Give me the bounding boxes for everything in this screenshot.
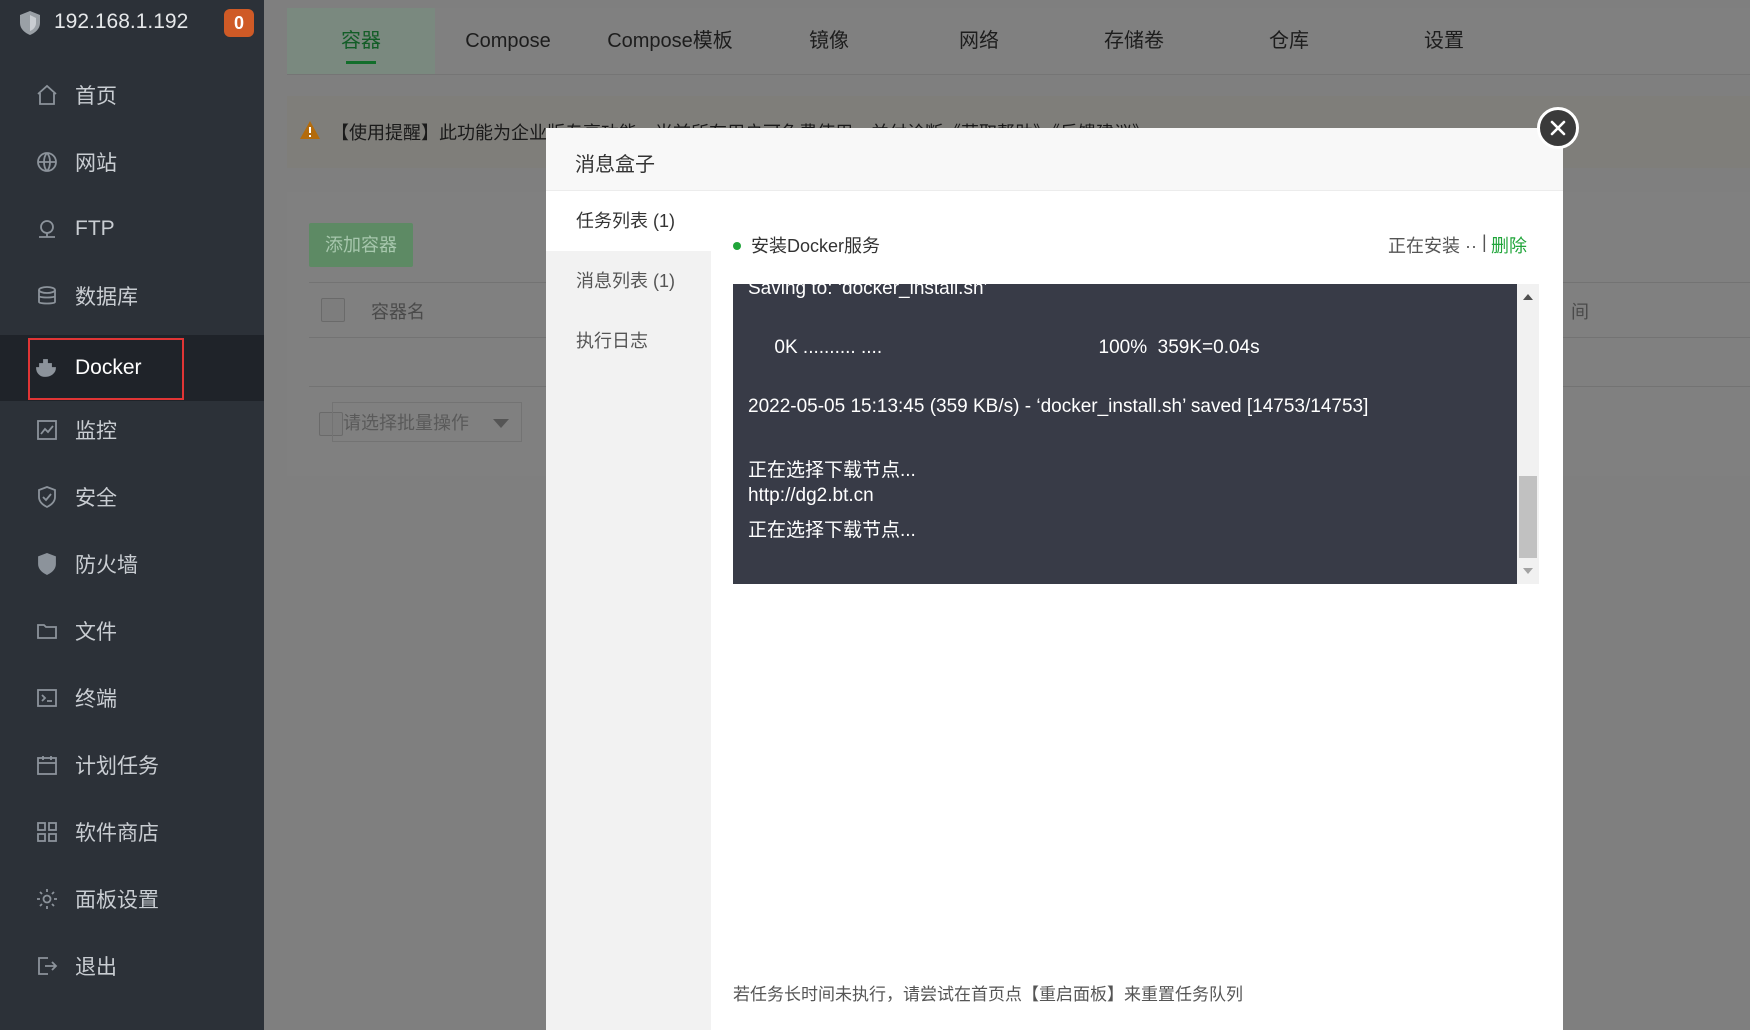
sidebar-item-monitor[interactable]: 监控 bbox=[0, 402, 264, 458]
tab-containers[interactable]: 容器 bbox=[287, 8, 435, 74]
tab-compose-template[interactable]: Compose模板 bbox=[581, 8, 759, 74]
tab-volumes[interactable]: 存储卷 bbox=[1059, 8, 1209, 74]
task-queue-hint: 若任务长时间未执行，请尝试在首页点【重启面板】来重置任务队列 bbox=[733, 985, 1243, 1004]
tab-compose[interactable]: Compose bbox=[435, 8, 581, 74]
sidebar-item-label: Docker bbox=[75, 356, 142, 379]
logout-icon bbox=[35, 954, 59, 978]
column-time: 间 bbox=[1571, 302, 1589, 322]
sidebar-item-security[interactable]: 安全 bbox=[0, 469, 264, 525]
database-icon bbox=[35, 284, 59, 308]
sidebar-item-label: 安全 bbox=[75, 487, 117, 510]
modal-header: 消息盒子 bbox=[546, 128, 1563, 191]
sidebar-item-settings[interactable]: 面板设置 bbox=[0, 871, 264, 927]
scroll-up-arrow-icon[interactable] bbox=[1523, 294, 1533, 300]
sidebar-item-label: 面板设置 bbox=[75, 889, 159, 912]
shield-check-icon bbox=[35, 485, 59, 509]
close-icon bbox=[1550, 120, 1566, 136]
message-box-modal: 消息盒子 任务列表 (1) 消息列表 (1) 执行日志 安装Docker服务 正… bbox=[546, 128, 1563, 1030]
tab-network[interactable]: 网络 bbox=[899, 8, 1059, 74]
batch-select[interactable]: 请选择批量操作 bbox=[332, 402, 522, 442]
sidebar-item-store[interactable]: 软件商店 bbox=[0, 804, 264, 860]
console-line: http://dg2.bt.cn bbox=[748, 485, 874, 506]
console-line: 正在选择下载节点... bbox=[748, 460, 916, 481]
scrollbar-thumb[interactable] bbox=[1519, 476, 1537, 558]
monitor-icon bbox=[35, 418, 59, 442]
warning-icon bbox=[300, 121, 320, 139]
sidebar-item-files[interactable]: 文件 bbox=[0, 603, 264, 659]
sidebar-item-label: 首页 bbox=[75, 85, 117, 108]
sidebar-item-label: 文件 bbox=[75, 621, 117, 644]
sidebar-item-label: 软件商店 bbox=[75, 822, 159, 845]
ftp-icon bbox=[35, 217, 59, 241]
docker-icon bbox=[35, 356, 59, 380]
server-ip: 192.168.1.192 bbox=[54, 10, 189, 33]
sidebar-item-terminal[interactable]: 终端 bbox=[0, 670, 264, 726]
tab-images[interactable]: 镜像 bbox=[759, 8, 899, 74]
sidebar-item-firewall[interactable]: 防火墙 bbox=[0, 536, 264, 592]
sidebar-item-website[interactable]: 网站 bbox=[0, 134, 264, 190]
sidebar-item-ftp[interactable]: FTP bbox=[0, 201, 264, 257]
calendar-icon bbox=[35, 753, 59, 777]
console-scrollbar[interactable] bbox=[1517, 284, 1539, 584]
sidebar-item-label: 数据库 bbox=[75, 286, 138, 309]
modal-sidebar: 任务列表 (1) 消息列表 (1) 执行日志 bbox=[546, 191, 711, 1030]
separator: | bbox=[1482, 232, 1487, 252]
sidebar-item-home[interactable]: 首页 bbox=[0, 67, 264, 123]
modal-title: 消息盒子 bbox=[575, 154, 655, 176]
batch-select-placeholder: 请选择批量操作 bbox=[343, 413, 469, 433]
column-container-name: 容器名 bbox=[371, 302, 425, 322]
tab-message-list[interactable]: 消息列表 (1) bbox=[546, 251, 711, 311]
sidebar-item-cron[interactable]: 计划任务 bbox=[0, 737, 264, 793]
sidebar-item-label: 退出 bbox=[75, 956, 117, 979]
sidebar-item-label: 防火墙 bbox=[75, 554, 138, 577]
status-dot-icon bbox=[733, 242, 741, 250]
chevron-down-icon bbox=[493, 419, 509, 428]
sidebar-item-label: 终端 bbox=[75, 688, 117, 711]
sidebar-item-database[interactable]: 数据库 bbox=[0, 268, 264, 324]
sidebar-item-logout[interactable]: 退出 bbox=[0, 938, 264, 994]
folder-icon bbox=[35, 619, 59, 643]
sidebar-item-label: 网站 bbox=[75, 152, 117, 175]
console-line: 正在选择下载节点... bbox=[748, 520, 916, 541]
console-line: 2022-05-05 15:13:45 (359 KB/s) - ‘docker… bbox=[748, 396, 1369, 417]
home-icon bbox=[35, 83, 59, 107]
console-line: Saving to: ‘docker_install.sh’ bbox=[748, 284, 988, 299]
apps-grid-icon bbox=[35, 820, 59, 844]
tab-task-list[interactable]: 任务列表 (1) bbox=[546, 191, 711, 251]
task-status: 正在安装 ·· bbox=[1388, 236, 1477, 256]
sidebar: 192.168.1.192 0 首页 网站 FTP 数据库 Docker 监控 … bbox=[0, 0, 264, 1030]
sidebar-item-label: 监控 bbox=[75, 420, 117, 443]
select-all-checkbox[interactable] bbox=[321, 298, 345, 322]
docker-tabs: 容器 Compose Compose模板 镜像 网络 存储卷 仓库 设置 bbox=[287, 8, 1750, 75]
add-container-button[interactable]: 添加容器 bbox=[309, 223, 413, 267]
tab-execution-log[interactable]: 执行日志 bbox=[546, 311, 711, 371]
terminal-icon bbox=[35, 686, 59, 710]
close-modal-button[interactable] bbox=[1537, 107, 1579, 149]
notification-badge[interactable]: 0 bbox=[224, 9, 254, 37]
firewall-icon bbox=[35, 552, 59, 576]
server-header: 192.168.1.192 0 bbox=[0, 0, 264, 46]
scroll-down-arrow-icon[interactable] bbox=[1523, 568, 1533, 574]
globe-icon bbox=[35, 150, 59, 174]
install-log-console: Saving to: ‘docker_install.sh’ 0K ......… bbox=[733, 284, 1517, 584]
delete-task-link[interactable]: 删除 bbox=[1491, 232, 1527, 258]
sidebar-item-label: FTP bbox=[75, 217, 115, 240]
sidebar-item-label: 计划任务 bbox=[75, 755, 159, 778]
task-name: 安装Docker服务 bbox=[751, 236, 881, 256]
gear-icon bbox=[35, 887, 59, 911]
panel-logo-icon bbox=[20, 11, 40, 35]
console-line: 0K .......... .... 100% 359K=0.04s bbox=[748, 337, 1260, 358]
sidebar-item-docker[interactable]: Docker bbox=[0, 335, 264, 401]
tab-settings[interactable]: 设置 bbox=[1369, 8, 1519, 74]
tab-registry[interactable]: 仓库 bbox=[1209, 8, 1369, 74]
